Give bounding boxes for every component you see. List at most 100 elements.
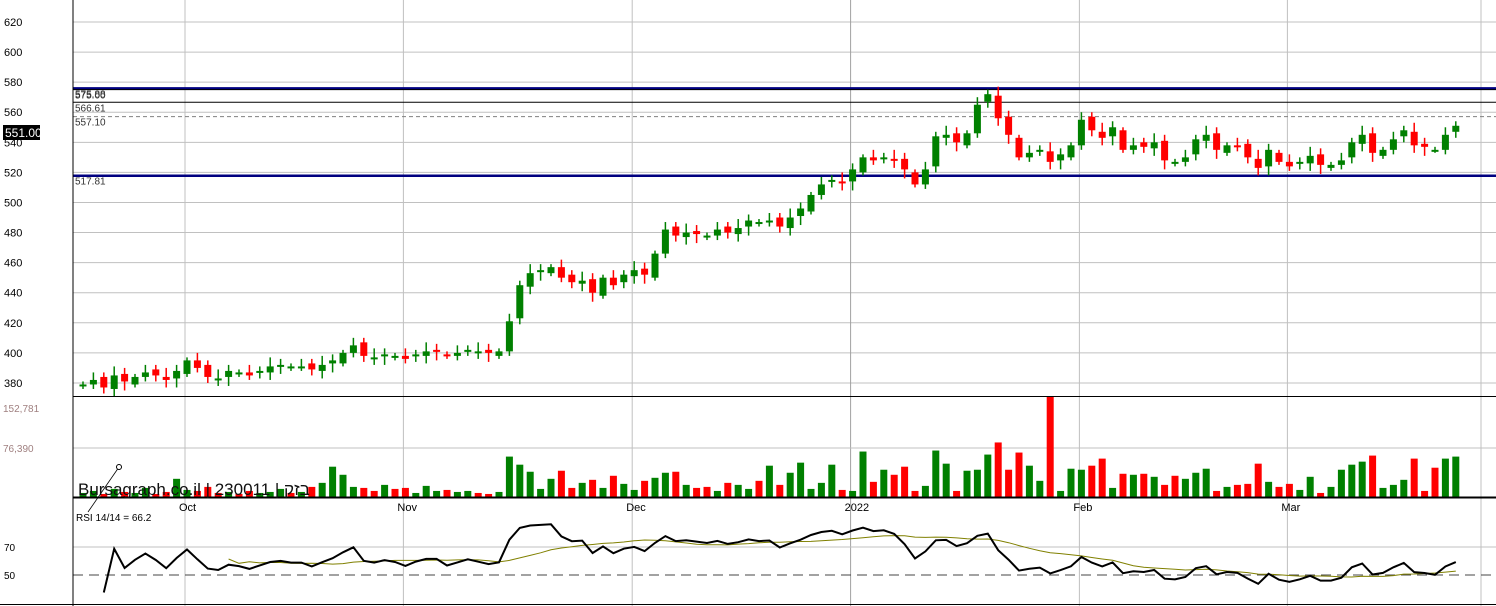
candle-body <box>859 157 867 173</box>
candle-body <box>963 133 971 146</box>
candle-body <box>1441 134 1449 150</box>
price-tick-label: 620 <box>4 17 22 29</box>
volume-bar <box>921 485 929 497</box>
volume-bar <box>817 482 825 497</box>
candle-body <box>641 268 649 275</box>
candle-body <box>724 226 732 233</box>
volume-bar <box>1088 465 1096 497</box>
candle-body <box>516 285 524 319</box>
volume-bar <box>973 469 981 497</box>
volume-bar <box>516 464 524 497</box>
volume-bar <box>329 466 337 497</box>
candle-body <box>1452 125 1460 132</box>
price-tick-label: 460 <box>4 258 22 270</box>
candle-body <box>1046 151 1054 162</box>
candle-body <box>173 370 181 379</box>
candle-body <box>297 366 305 369</box>
candle-body <box>1025 152 1033 158</box>
volume-bar <box>1202 468 1210 497</box>
volume-bar <box>1077 469 1085 497</box>
volume-bar <box>1129 474 1137 497</box>
volume-bar <box>381 484 389 497</box>
candle-body <box>225 370 233 377</box>
level-label: 557.10 <box>75 118 106 129</box>
volume-bar <box>911 490 919 497</box>
volume-bar <box>755 480 763 497</box>
candle-body <box>609 277 617 286</box>
volume-bar <box>984 454 992 497</box>
price-tick-label: 560 <box>4 107 22 119</box>
volume-bar <box>339 474 347 497</box>
candle-body <box>1369 133 1377 153</box>
date-label: Dec <box>626 502 646 514</box>
volume-bar <box>1057 490 1065 497</box>
candle-body <box>1379 149 1387 156</box>
candle-body <box>204 364 212 377</box>
volume-bar <box>1265 481 1273 497</box>
candle-body <box>1150 142 1158 149</box>
volume-bar <box>474 492 482 497</box>
candle-body <box>1223 145 1231 153</box>
candle-body <box>578 280 586 284</box>
candles <box>79 86 1460 397</box>
volume-bar <box>391 488 399 497</box>
candle-body <box>464 349 472 352</box>
candle-body <box>828 179 836 182</box>
candle-body <box>214 378 222 381</box>
volume-bar <box>1161 484 1169 497</box>
candle-body <box>453 352 461 356</box>
price-tick-label: 480 <box>4 228 22 240</box>
volume-bar <box>1337 469 1345 497</box>
volume-bar <box>1327 486 1335 497</box>
volume-bar <box>1410 458 1418 497</box>
volume-bar <box>1254 463 1262 497</box>
volume-bar <box>1317 492 1325 497</box>
candle-body <box>1140 142 1148 147</box>
candle-body <box>495 351 503 356</box>
volume-bar <box>1244 483 1252 497</box>
volume-bar <box>734 484 742 497</box>
candle-body <box>1358 134 1366 144</box>
stock-chart[interactable]: 575.88575.00566.61557.10517.81 380400420… <box>0 0 1496 606</box>
volume-bar <box>1119 473 1127 497</box>
candle-body <box>568 274 576 283</box>
volume-bar <box>838 489 846 497</box>
candle-body <box>1275 152 1283 162</box>
candle-body <box>984 94 992 102</box>
volume-bar <box>953 490 961 497</box>
candle-body <box>1161 140 1169 161</box>
candle-body <box>339 352 347 364</box>
rsi-tick-label: 70 <box>4 543 16 554</box>
candle-body <box>1421 143 1429 147</box>
volume-bar <box>547 478 555 497</box>
candle-body <box>1306 155 1314 164</box>
volume-bar <box>1348 464 1356 497</box>
volume-bar <box>1223 486 1231 497</box>
candle-body <box>193 360 201 368</box>
volume-bar <box>807 488 815 497</box>
volume-bar <box>443 489 451 497</box>
volume-bar <box>1441 458 1449 497</box>
volume-bar <box>1389 484 1397 497</box>
candle-body <box>786 217 794 229</box>
candle-body <box>1057 154 1065 161</box>
date-label: 2022 <box>845 502 869 514</box>
volume-bar <box>1109 487 1117 497</box>
candle-body <box>391 355 399 358</box>
volume-bar <box>1285 483 1293 497</box>
volume-bar <box>318 482 326 497</box>
volume-bar <box>453 491 461 497</box>
candle-body <box>526 273 534 287</box>
candle-body <box>1129 145 1137 150</box>
volume-bar <box>349 486 357 497</box>
volume-bar <box>568 487 576 497</box>
candle-body <box>1077 119 1085 146</box>
candle-body <box>547 267 555 274</box>
candle-body <box>110 375 118 389</box>
volume-bar <box>495 491 503 497</box>
volume-tick-label: 152,781 <box>3 404 40 415</box>
candle-body <box>973 104 981 134</box>
volume-bar <box>526 471 534 497</box>
volume-bar <box>797 462 805 497</box>
volume-bar <box>849 490 857 497</box>
